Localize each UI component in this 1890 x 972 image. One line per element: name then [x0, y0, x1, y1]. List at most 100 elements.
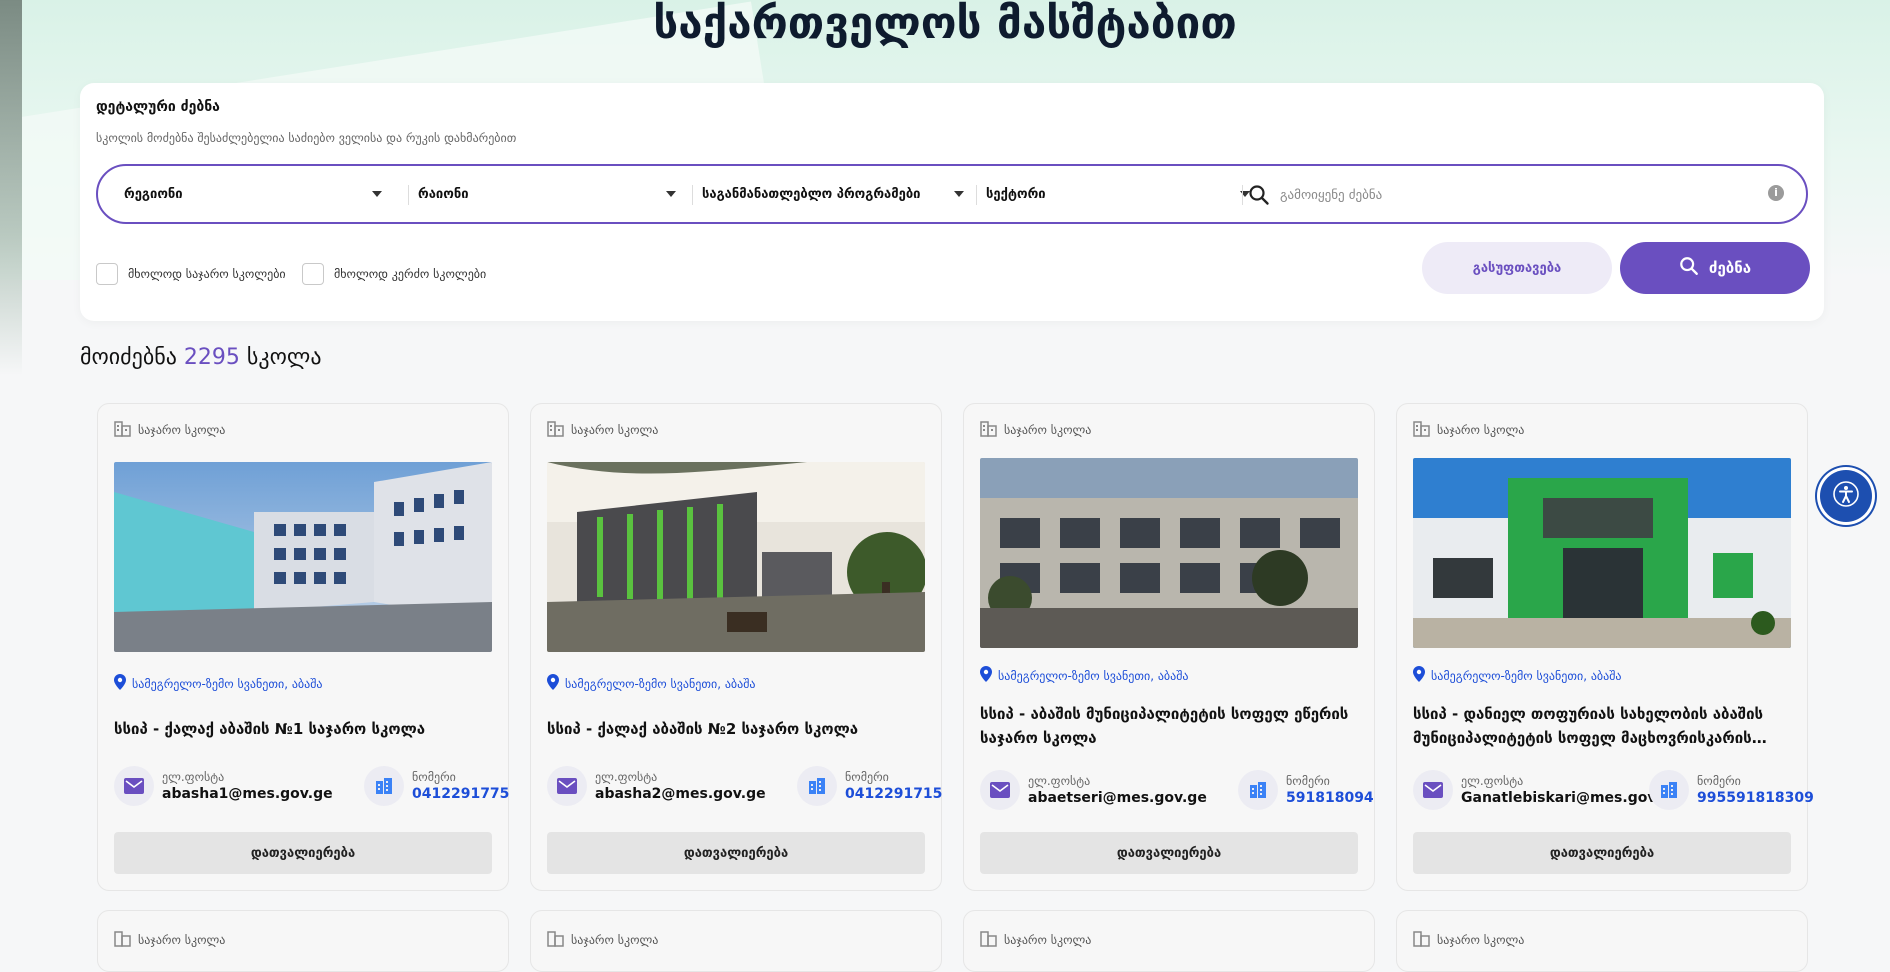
building-icon [980, 419, 998, 440]
school-type-tag: საჯარო სკოლა [980, 419, 1091, 440]
location-pin-icon [980, 666, 992, 685]
school-type-label: საჯარო სკოლა [138, 422, 226, 437]
school-type-tag: საჯარო სკოლა [547, 929, 658, 950]
divider [1242, 185, 1243, 205]
phone-value[interactable]: 0412291715 [845, 786, 942, 802]
accessibility-button[interactable] [1820, 470, 1872, 522]
school-photo[interactable] [980, 458, 1358, 648]
mail-icon [980, 770, 1020, 810]
school-email: ელ.ფოსტა abaetseri@mes.gov.ge [980, 770, 1207, 810]
chevron-down-icon [372, 191, 382, 197]
school-type-label: საჯარო სკოლა [571, 422, 659, 437]
phone-label: ნომერი [1697, 774, 1741, 788]
building-icon [1413, 419, 1431, 440]
school-photo[interactable] [114, 462, 492, 652]
school-card[interactable]: საჯარო სკოლა [1396, 910, 1808, 972]
mail-icon [547, 766, 587, 806]
location-pin-icon [114, 674, 126, 693]
school-card[interactable]: საჯარო სკოლა [963, 910, 1375, 972]
district-select[interactable]: რაიონი [408, 166, 688, 222]
school-card[interactable]: საჯარო სკოლა სამეგრელო-ზემო სვანეთი, აბა… [97, 403, 509, 891]
building-icon [114, 929, 132, 950]
school-photo[interactable] [547, 462, 925, 652]
school-type-label: საჯარო სკოლა [1004, 932, 1092, 947]
school-email: ელ.ფოსტა abasha1@mes.gov.ge [114, 766, 333, 806]
email-label: ელ.ფოსტა [1461, 774, 1524, 788]
school-type-tag: საჯარო სკოლა [980, 929, 1091, 950]
email-value[interactable]: abaetseri@mes.gov.ge [1028, 790, 1207, 806]
school-location-label: სამეგრელო-ზემო სვანეთი, აბაშა [132, 676, 323, 691]
search-button-label: ძებნა [1708, 259, 1752, 277]
school-card[interactable]: საჯარო სკოლა [530, 910, 942, 972]
checkbox-box[interactable] [302, 263, 324, 285]
building-icon [1238, 770, 1278, 810]
checkbox-box[interactable] [96, 263, 118, 285]
view-school-button[interactable]: დათვალიერება [114, 832, 492, 874]
view-school-button[interactable]: დათვალიერება [980, 832, 1358, 874]
school-email: ელ.ფოსტა abasha2@mes.gov.ge [547, 766, 766, 806]
program-select-label: საგანმანათლებლო პროგრამები [702, 186, 921, 202]
building-icon [547, 419, 565, 440]
email-value[interactable]: abasha2@mes.gov.ge [595, 786, 766, 802]
mail-icon [114, 766, 154, 806]
phone-value[interactable]: 591818094 [1286, 790, 1374, 806]
phone-label: ნომერი [1286, 774, 1330, 788]
results-count: მოიძებნა 2295 სკოლა [80, 345, 322, 370]
school-location-label: სამეგრელო-ზემო სვანეთი, აბაშა [998, 668, 1189, 683]
chevron-down-icon [666, 191, 676, 197]
search-icon [1679, 256, 1699, 280]
district-select-label: რაიონი [418, 186, 469, 202]
school-card[interactable]: საჯარო სკოლა სამეგრელო-ზემო სვანეთი, აბა… [1396, 403, 1814, 891]
school-location: სამეგრელო-ზემო სვანეთი, აბაშა [1413, 666, 1622, 685]
school-location: სამეგრელო-ზემო სვანეთი, აბაშა [980, 666, 1189, 685]
school-card[interactable]: საჯარო სკოლა სამეგრელო-ზემო სვანეთი, აბა… [963, 403, 1375, 891]
building-icon [114, 419, 132, 440]
chevron-down-icon [954, 191, 964, 197]
email-label: ელ.ფოსტა [162, 770, 225, 784]
location-pin-icon [547, 674, 559, 693]
school-location-label: სამეგრელო-ზემო სვანეთი, აბაშა [565, 676, 756, 691]
school-name[interactable]: სსიპ - ქალაქ აბაშის №2 საჯარო სკოლა [547, 717, 925, 741]
school-type-tag: საჯარო სკოლა [114, 929, 225, 950]
sector-select[interactable]: სექტორი [976, 166, 1262, 222]
school-name[interactable]: სსიპ - დანიელ თოფურიას სახელობის აბაშის … [1413, 702, 1791, 750]
search-input[interactable] [1278, 178, 1762, 212]
school-type-tag: საჯარო სკოლა [114, 419, 225, 440]
sector-select-label: სექტორი [986, 186, 1046, 202]
view-school-button[interactable]: დათვალიერება [547, 832, 925, 874]
clear-button[interactable]: გასუფთავება [1422, 242, 1612, 294]
school-location-label: სამეგრელო-ზემო სვანეთი, აბაშა [1431, 668, 1622, 683]
school-phone: ნომერი 591818094 [1238, 770, 1374, 810]
school-photo[interactable] [1413, 458, 1791, 648]
school-email: ელ.ფოსტა Ganatlebiskari@mes.gov.ge [1413, 770, 1680, 810]
region-select[interactable]: რეგიონი [114, 166, 394, 222]
phone-value[interactable]: 0412291775 [412, 786, 509, 802]
program-select[interactable]: საგანმანათლებლო პროგრამები [692, 166, 976, 222]
school-type-label: საჯარო სკოლა [1437, 422, 1525, 437]
school-type-tag: საჯარო სკოლა [1413, 929, 1524, 950]
building-icon [364, 766, 404, 806]
school-name[interactable]: სსიპ - აბაშის მუნიციპალიტეტის სოფელ ეწერ… [980, 702, 1358, 750]
search-panel-subtitle: სკოლის მოძებნა შესაძლებელია საძიებო ველი… [96, 131, 517, 145]
school-card[interactable]: საჯარო სკოლა [97, 910, 509, 972]
email-value[interactable]: Ganatlebiskari@mes.gov.ge [1461, 790, 1680, 806]
school-name[interactable]: სსიპ - ქალაქ აბაშის №1 საჯარო სკოლა [114, 717, 492, 741]
phone-value[interactable]: 995591818309 [1697, 790, 1814, 806]
public-schools-checkbox[interactable]: მხოლოდ საჯარო სკოლები [96, 263, 286, 285]
building-icon [980, 929, 998, 950]
search-button[interactable]: ძებნა [1620, 242, 1810, 294]
email-label: ელ.ფოსტა [1028, 774, 1091, 788]
page-title: საქართველოს მასშტაბით [653, 0, 1237, 49]
building-icon [547, 929, 565, 950]
info-icon[interactable]: i [1768, 185, 1784, 201]
search-panel: დეტალური ძებნა სკოლის მოძებნა შესაძლებელ… [80, 83, 1824, 321]
building-icon [797, 766, 837, 806]
email-value[interactable]: abasha1@mes.gov.ge [162, 786, 333, 802]
school-card[interactable]: საჯარო სკოლა სამეგრელო-ზემო სვანეთი, აბა… [530, 403, 942, 891]
phone-label: ნომერი [412, 770, 456, 784]
view-school-button[interactable]: დათვალიერება [1413, 832, 1791, 874]
private-schools-checkbox[interactable]: მხოლოდ კერძო სკოლები [302, 263, 486, 285]
left-edge-decoration [0, 0, 22, 939]
school-location: სამეგრელო-ზემო სვანეთი, აბაშა [114, 674, 323, 693]
search-icon [1248, 184, 1270, 206]
